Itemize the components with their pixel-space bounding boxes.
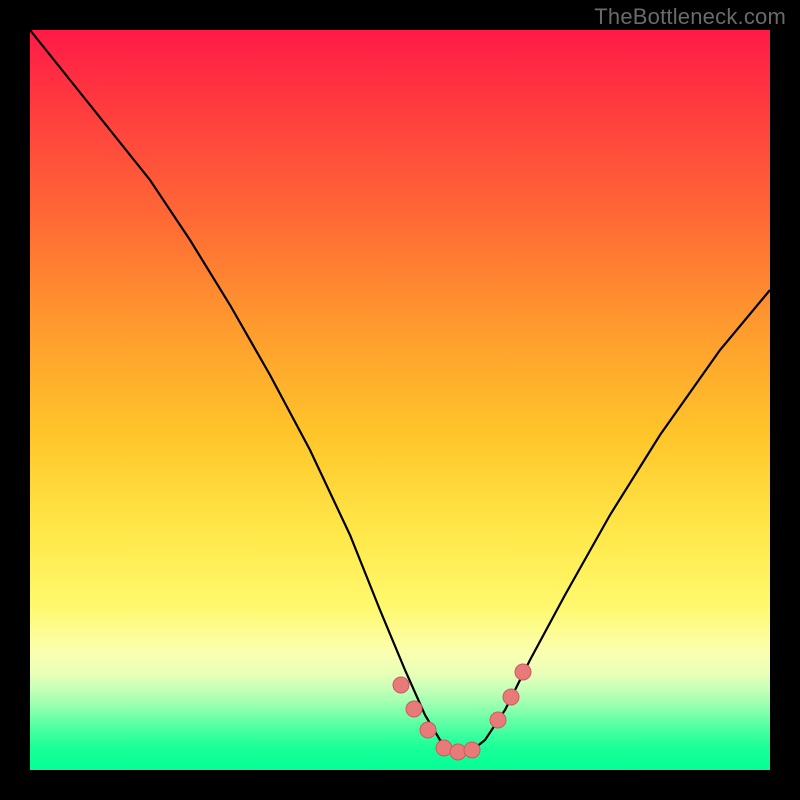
- watermark-text: TheBottleneck.com: [594, 4, 786, 30]
- chart-frame: TheBottleneck.com: [0, 0, 800, 800]
- marker-left-cluster-3: [420, 722, 436, 738]
- marker-right-cluster-2: [503, 689, 519, 705]
- chart-markers: [393, 664, 531, 760]
- chart-curve: [30, 30, 770, 752]
- marker-flat-3: [464, 742, 480, 758]
- chart-plot-area: [30, 30, 770, 770]
- marker-flat-2: [450, 744, 466, 760]
- marker-right-cluster-1: [490, 712, 506, 728]
- chart-svg: [30, 30, 770, 770]
- marker-flat-1: [436, 740, 452, 756]
- marker-right-cluster-3: [515, 664, 531, 680]
- marker-left-cluster-1: [393, 677, 409, 693]
- marker-left-cluster-2: [406, 701, 422, 717]
